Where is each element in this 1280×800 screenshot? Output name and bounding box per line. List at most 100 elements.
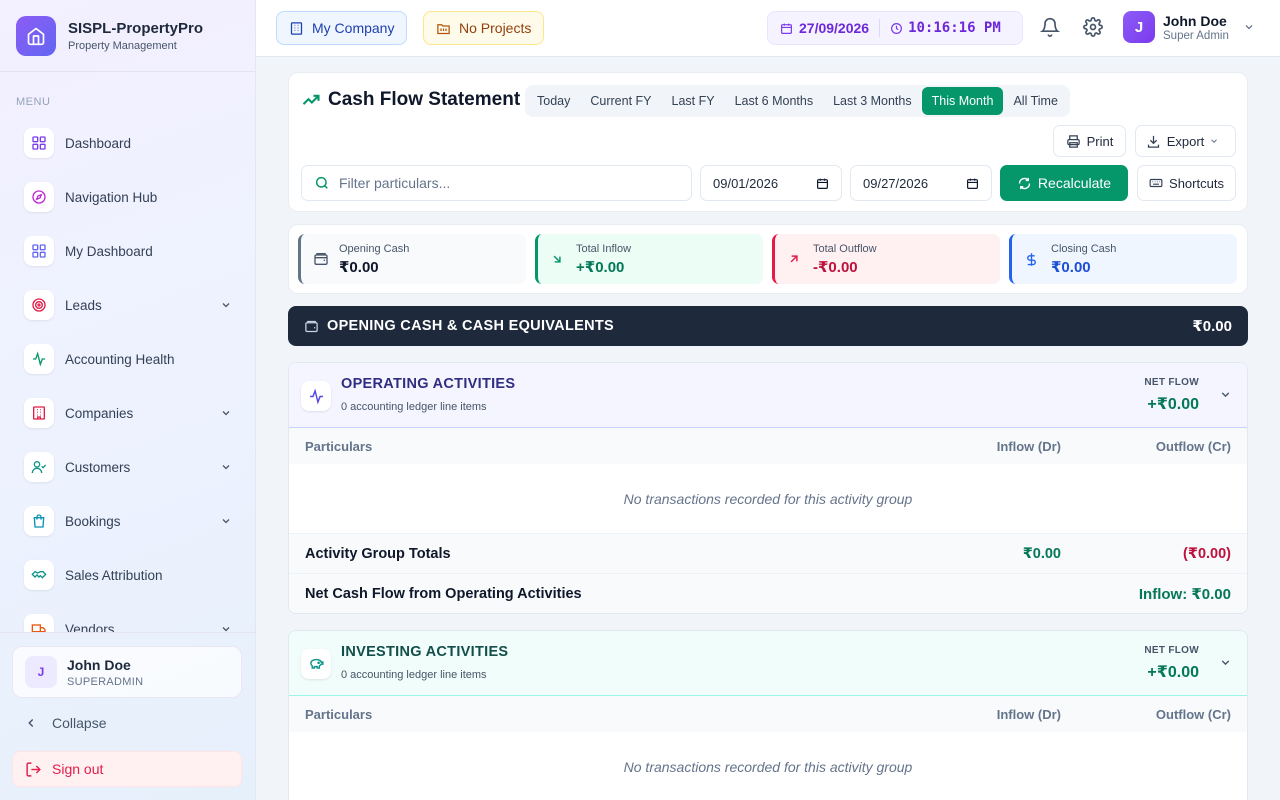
column-outflow: Outflow (Cr)	[1155, 706, 1231, 722]
sidebar: SISPL-PropertyPro Property Management ME…	[0, 0, 256, 800]
avatar: J	[1123, 11, 1155, 43]
chevron-down-icon[interactable]	[1219, 656, 1232, 674]
chevron-left-icon	[28, 718, 34, 728]
range-tab-last-fy[interactable]: Last FY	[662, 87, 725, 115]
shortcuts-button[interactable]: Shortcuts	[1137, 165, 1236, 201]
chevron-down-icon[interactable]	[220, 514, 232, 532]
clock-icon	[891, 22, 903, 34]
investing-activities-header[interactable]: INVESTING ACTIVITIES 0 accounting ledger…	[289, 631, 1247, 696]
empty-state: No transactions recorded for this activi…	[289, 732, 1247, 800]
calendar-icon[interactable]	[966, 177, 979, 190]
opening-cash-banner: OPENING CASH & CASH EQUIVALENTS ₹0.00	[288, 306, 1248, 346]
range-tab-last-6-months[interactable]: Last 6 Months	[725, 87, 824, 115]
operating-net-value: +₹0.00	[1147, 396, 1199, 413]
totals-label: Activity Group Totals	[305, 545, 451, 562]
project-selector[interactable]: No Projects	[423, 11, 545, 45]
chevron-down-icon[interactable]	[220, 622, 232, 632]
sidebar-item-my-dashboard[interactable]: My Dashboard	[12, 224, 244, 278]
page-title: Cash Flow Statement	[301, 89, 520, 111]
home-icon	[16, 15, 56, 56]
sidebar-item-navigation-hub[interactable]: Navigation Hub	[12, 170, 244, 224]
chevron-down-icon[interactable]	[1219, 388, 1232, 406]
sidebar-item-label: My Dashboard	[65, 243, 153, 259]
date-from-value: 09/01/2026	[713, 175, 779, 191]
gear-icon[interactable]	[1083, 17, 1103, 42]
log-out-icon	[26, 761, 41, 777]
sidebar-footer: J John Doe SUPERADMIN Collapse Sign out	[0, 632, 256, 800]
top-user-name: John Doe	[1163, 12, 1227, 29]
arrow-down-right-icon	[553, 255, 561, 263]
recalculate-button[interactable]: Recalculate	[1000, 165, 1128, 201]
sidebar-item-label: Accounting Health	[65, 351, 175, 367]
date-from-field[interactable]: 09/01/2026	[700, 165, 842, 201]
sidebar-item-label: Leads	[65, 297, 102, 313]
sidebar-user-card[interactable]: J John Doe SUPERADMIN	[12, 646, 242, 698]
sidebar-item-companies[interactable]: Companies	[12, 386, 244, 440]
investing-net-value: +₹0.00	[1147, 664, 1199, 681]
wallet-icon	[314, 253, 328, 265]
range-tab-current-fy[interactable]: Current FY	[580, 87, 661, 115]
total-outflow-card: Total Outflow -₹0.00	[772, 234, 1000, 284]
investing-net-label: NET FLOW	[1144, 645, 1199, 656]
building-icon	[24, 398, 54, 428]
chevron-down-icon	[1245, 25, 1253, 30]
brand[interactable]: SISPL-PropertyPro Property Management	[0, 0, 255, 72]
sidebar-item-label: Dashboard	[65, 135, 132, 151]
sidebar-item-leads[interactable]: Leads	[12, 278, 244, 332]
date-to-field[interactable]: 09/27/2026	[850, 165, 992, 201]
sidebar-item-sales-attribution[interactable]: Sales Attribution	[12, 548, 244, 602]
chevron-down-icon[interactable]	[220, 298, 232, 316]
closing-cash-card: Closing Cash ₹0.00	[1009, 234, 1237, 284]
date-time-display: 27/09/2026 10:16:16 PM	[767, 11, 1023, 45]
chevron-down-icon	[1211, 139, 1218, 143]
brand-subtitle: Property Management	[68, 39, 177, 52]
sidebar-item-accounting-health[interactable]: Accounting Health	[12, 332, 244, 386]
table-header: Particulars Inflow (Dr) Outflow (Cr)	[289, 428, 1247, 464]
download-icon	[1147, 135, 1159, 148]
sign-out-button[interactable]: Sign out	[12, 751, 242, 787]
net-row-value: Inflow: ₹0.00	[1138, 586, 1231, 603]
investing-title: INVESTING ACTIVITIES	[341, 644, 509, 660]
date-to-value: 09/27/2026	[863, 175, 929, 191]
column-particulars: Particulars	[305, 706, 373, 722]
operating-activities-header[interactable]: OPERATING ACTIVITIES 0 accounting ledger…	[289, 363, 1247, 428]
chevron-down-icon[interactable]	[220, 406, 232, 424]
net-cash-flow-row: Net Cash Flow from Operating Activities …	[289, 574, 1247, 613]
recalculate-label: Recalculate	[1037, 175, 1112, 191]
filter-particulars[interactable]	[301, 165, 692, 201]
cash-flow-header: Cash Flow Statement Today Current FY Las…	[288, 72, 1248, 212]
bell-icon[interactable]	[1039, 17, 1061, 42]
search-input[interactable]	[339, 175, 659, 191]
range-tab-last-3-months[interactable]: Last 3 Months	[823, 87, 922, 115]
page-title-text: Cash Flow Statement	[328, 89, 521, 110]
user-menu[interactable]: J John Doe Super Admin	[1123, 11, 1255, 43]
export-button[interactable]: Export	[1135, 125, 1236, 157]
truck-icon	[24, 614, 54, 632]
sidebar-item-customers[interactable]: Customers	[12, 440, 244, 494]
piggy-bank-icon	[301, 649, 331, 679]
top-user-role: Super Admin	[1163, 29, 1229, 42]
print-button[interactable]: Print	[1053, 125, 1126, 157]
net-row-label: Net Cash Flow from Operating Activities	[305, 586, 582, 602]
sidebar-item-dashboard[interactable]: Dashboard	[12, 116, 244, 170]
total-inflow-card: Total Inflow +₹0.00	[535, 234, 763, 284]
range-tab-today[interactable]: Today	[527, 87, 580, 115]
handshake-icon	[24, 560, 54, 590]
sidebar-item-bookings[interactable]: Bookings	[12, 494, 244, 548]
compass-icon	[24, 182, 54, 212]
target-icon	[24, 290, 54, 320]
current-date: 27/09/2026	[799, 20, 870, 36]
collapse-button[interactable]: Collapse	[24, 715, 106, 731]
cash-summary: Opening Cash ₹0.00 Total Inflow +₹0.00 T…	[288, 224, 1248, 294]
chevron-down-icon[interactable]	[220, 460, 232, 478]
range-tab-this-month[interactable]: This Month	[921, 87, 1004, 115]
range-tab-all-time[interactable]: All Time	[1003, 87, 1067, 115]
company-selector[interactable]: My Company	[276, 11, 408, 45]
sidebar-item-vendors[interactable]: Vendors	[12, 602, 244, 632]
building-icon	[290, 21, 303, 35]
sidebar-user-name: John Doe	[67, 656, 131, 673]
sidebar-item-label: Sales Attribution	[65, 567, 163, 583]
projects-chip-label: No Projects	[459, 20, 532, 36]
investing-subtitle: 0 accounting ledger line items	[341, 669, 487, 681]
calendar-icon[interactable]	[816, 177, 829, 190]
